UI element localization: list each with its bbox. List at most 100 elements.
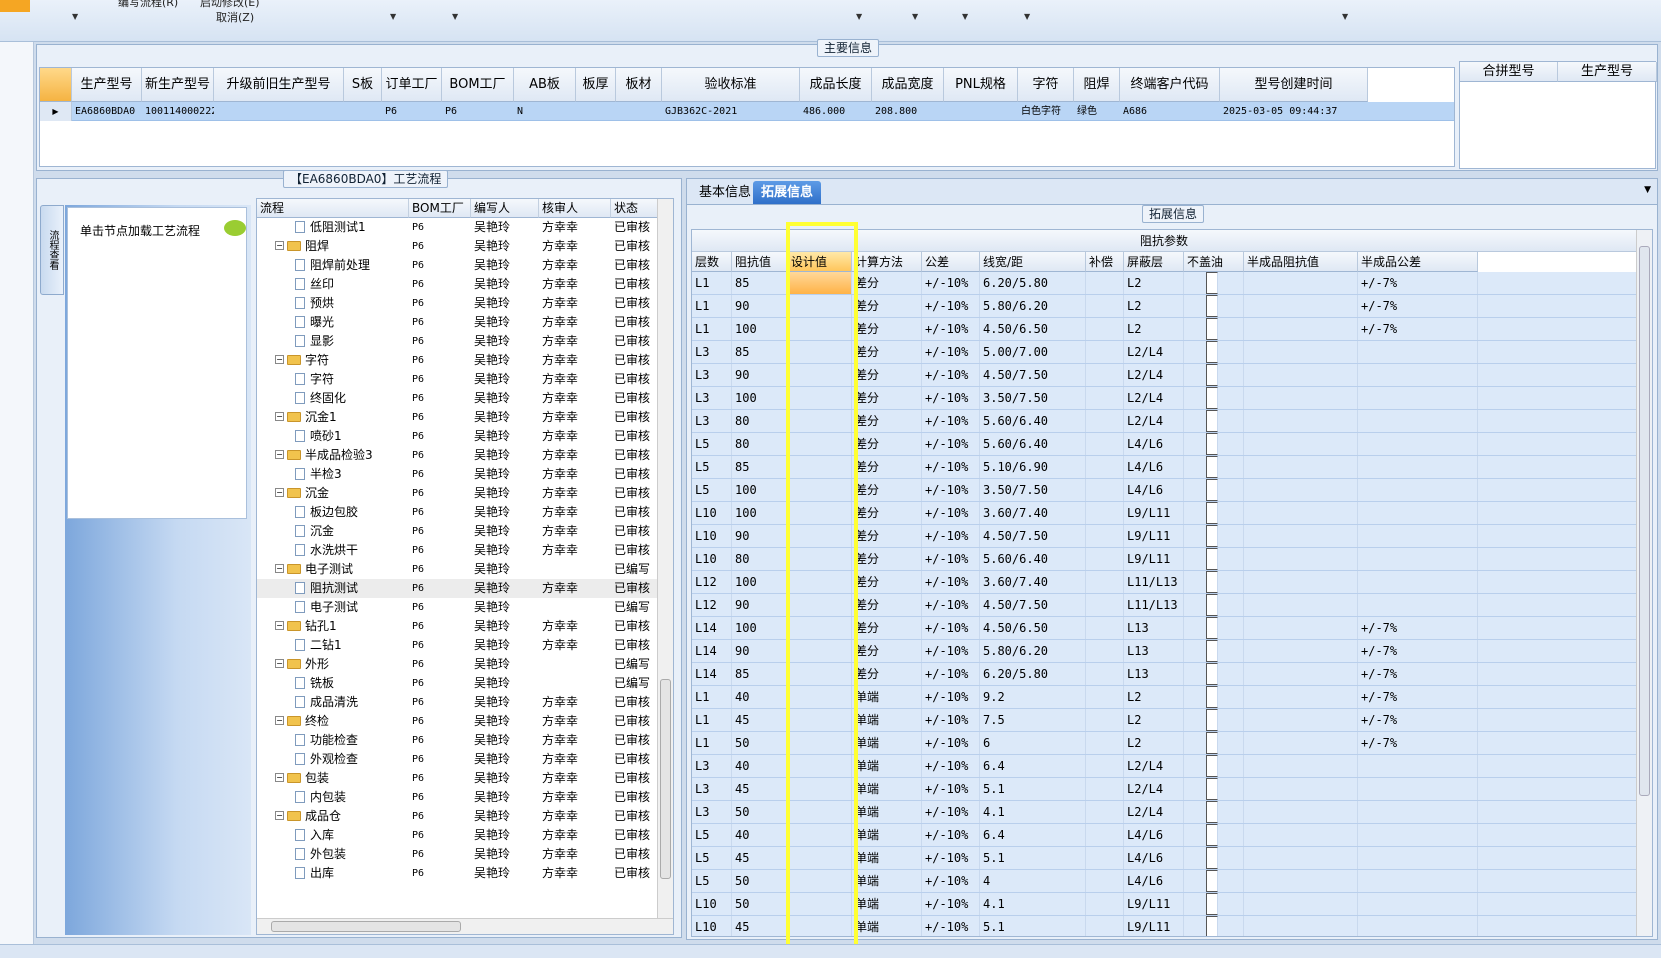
no-oil-checkbox[interactable] — [1206, 686, 1218, 708]
table-cell[interactable]: 45 — [732, 847, 788, 869]
table-row[interactable]: L1 100 差分 +/-10% 4.50/6.50 L2 +/-7% — [692, 318, 1636, 341]
table-cell[interactable]: L5 — [692, 456, 732, 478]
table-cell[interactable]: 50 — [732, 732, 788, 754]
table-cell[interactable]: 白色字符 — [1018, 102, 1074, 121]
table-cell[interactable]: 3.50/7.50 — [980, 479, 1086, 501]
table-cell[interactable]: 5.1 — [980, 778, 1086, 800]
table-cell[interactable]: P6 — [442, 102, 514, 121]
chevron-down-icon[interactable]: ▼ — [390, 12, 396, 21]
table-cell[interactable]: 5.60/6.40 — [980, 410, 1086, 432]
table-row[interactable]: L3 100 差分 +/-10% 3.50/7.50 L2/L4 — [692, 387, 1636, 410]
list-item[interactable]: 外包装 P6 吴艳玲 方幸幸 已审核 — [257, 845, 657, 864]
table-cell[interactable] — [788, 318, 852, 340]
table-cell[interactable] — [1358, 778, 1478, 800]
table-cell[interactable]: A686 — [1120, 102, 1220, 121]
list-item[interactable]: − 终检 P6 吴艳玲 方幸幸 已审核 — [257, 712, 657, 731]
table-row[interactable]: L1 85 差分 +/-10% 6.20/5.80 L2 +/-7% — [692, 272, 1636, 295]
table-cell[interactable] — [1086, 502, 1124, 524]
table-cell[interactable]: L2 — [1124, 732, 1184, 754]
table-cell[interactable]: L4/L6 — [1124, 824, 1184, 846]
table-cell[interactable]: 6.4 — [980, 824, 1086, 846]
no-oil-checkbox[interactable] — [1206, 410, 1218, 432]
table-cell[interactable] — [1358, 479, 1478, 501]
table-cell[interactable]: +/-10% — [922, 617, 980, 639]
main-col-header[interactable]: BOM工厂 — [442, 68, 514, 102]
no-oil-checkbox[interactable] — [1206, 617, 1218, 639]
table-cell[interactable]: +/-10% — [922, 640, 980, 662]
table-cell[interactable] — [1358, 456, 1478, 478]
collapse-icon[interactable]: − — [275, 450, 284, 459]
table-cell[interactable]: 4.50/7.50 — [980, 525, 1086, 547]
table-row[interactable]: L3 45 单端 +/-10% 5.1 L2/L4 — [692, 778, 1636, 801]
table-cell[interactable]: L4/L6 — [1124, 456, 1184, 478]
list-item[interactable]: 入库 P6 吴艳玲 方幸幸 已审核 — [257, 826, 657, 845]
table-cell[interactable]: +/-7% — [1358, 709, 1478, 731]
table-cell[interactable]: L1 — [692, 732, 732, 754]
table-cell[interactable]: L1 — [692, 686, 732, 708]
table-cell[interactable] — [1358, 548, 1478, 570]
table-row[interactable]: L3 50 单端 +/-10% 4.1 L2/L4 — [692, 801, 1636, 824]
table-row[interactable]: L14 85 差分 +/-10% 6.20/5.80 L13 +/-7% — [692, 663, 1636, 686]
list-item[interactable]: 功能检查 P6 吴艳玲 方幸幸 已审核 — [257, 731, 657, 750]
table-cell[interactable] — [1184, 525, 1244, 547]
list-item[interactable]: 半检3 P6 吴艳玲 方幸幸 已审核 — [257, 465, 657, 484]
table-cell[interactable] — [1244, 893, 1358, 915]
collapse-icon[interactable]: − — [275, 811, 284, 820]
table-cell[interactable] — [1086, 617, 1124, 639]
table-cell[interactable]: 差分 — [852, 663, 922, 685]
table-cell[interactable] — [1086, 824, 1124, 846]
no-oil-checkbox[interactable] — [1206, 640, 1218, 662]
table-cell[interactable] — [788, 663, 852, 685]
no-oil-checkbox[interactable] — [1206, 663, 1218, 685]
table-row[interactable]: L3 80 差分 +/-10% 5.60/6.40 L2/L4 — [692, 410, 1636, 433]
table-cell[interactable]: +/-7% — [1358, 318, 1478, 340]
table-cell[interactable] — [1358, 571, 1478, 593]
table-cell[interactable]: 差分 — [852, 525, 922, 547]
table-cell[interactable] — [1358, 341, 1478, 363]
table-cell[interactable] — [1184, 364, 1244, 386]
table-cell[interactable]: 3.60/7.40 — [980, 502, 1086, 524]
ext-col-header[interactable]: 补偿 — [1086, 252, 1124, 272]
table-cell[interactable] — [1086, 778, 1124, 800]
table-cell[interactable] — [1086, 709, 1124, 731]
vertical-scrollbar[interactable] — [657, 199, 673, 919]
no-oil-checkbox[interactable] — [1206, 801, 1218, 823]
table-row[interactable]: L5 45 单端 +/-10% 5.1 L4/L6 — [692, 847, 1636, 870]
scroll-thumb[interactable] — [660, 679, 671, 879]
table-row[interactable]: L5 85 差分 +/-10% 5.10/6.90 L4/L6 — [692, 456, 1636, 479]
table-cell[interactable]: L14 — [692, 663, 732, 685]
table-cell[interactable]: L5 — [692, 824, 732, 846]
tree-col-header[interactable]: 流程 — [257, 199, 409, 218]
table-cell[interactable]: 100 — [732, 617, 788, 639]
list-item[interactable]: 电子测试 P6 吴艳玲 已编写 — [257, 598, 657, 617]
table-cell[interactable]: L12 — [692, 594, 732, 616]
table-cell[interactable]: 差分 — [852, 640, 922, 662]
table-cell[interactable]: +/-7% — [1358, 617, 1478, 639]
table-cell[interactable]: 80 — [732, 433, 788, 455]
table-cell[interactable] — [1244, 870, 1358, 892]
table-row[interactable]: L12 100 差分 +/-10% 3.60/7.40 L11/L13 — [692, 571, 1636, 594]
table-cell[interactable]: 差分 — [852, 410, 922, 432]
table-row[interactable]: L1 50 单端 +/-10% 6 L2 +/-7% — [692, 732, 1636, 755]
table-cell[interactable] — [1086, 732, 1124, 754]
table-cell[interactable] — [788, 525, 852, 547]
table-cell[interactable] — [788, 801, 852, 823]
no-oil-checkbox[interactable] — [1206, 341, 1218, 363]
no-oil-checkbox[interactable] — [1206, 870, 1218, 892]
table-cell[interactable]: 差分 — [852, 387, 922, 409]
table-cell[interactable]: P6 — [382, 102, 442, 121]
table-cell[interactable] — [1184, 433, 1244, 455]
collapse-icon[interactable]: − — [275, 621, 284, 630]
list-item[interactable]: 阻焊前处理 P6 吴艳玲 方幸幸 已审核 — [257, 256, 657, 275]
table-cell[interactable]: L4/L6 — [1124, 433, 1184, 455]
main-col-header[interactable]: 生产型号 — [72, 68, 142, 102]
table-cell[interactable]: 208.800 — [872, 102, 944, 121]
no-oil-checkbox[interactable] — [1206, 502, 1218, 524]
table-cell[interactable]: 5.1 — [980, 847, 1086, 869]
list-item[interactable]: 成品清洗 P6 吴艳玲 方幸幸 已审核 — [257, 693, 657, 712]
list-item[interactable]: 喷砂1 P6 吴艳玲 方幸幸 已审核 — [257, 427, 657, 446]
table-cell[interactable]: 6 — [980, 732, 1086, 754]
table-cell[interactable]: +/-10% — [922, 916, 980, 936]
table-cell[interactable]: 差分 — [852, 433, 922, 455]
table-cell[interactable] — [1244, 272, 1358, 294]
